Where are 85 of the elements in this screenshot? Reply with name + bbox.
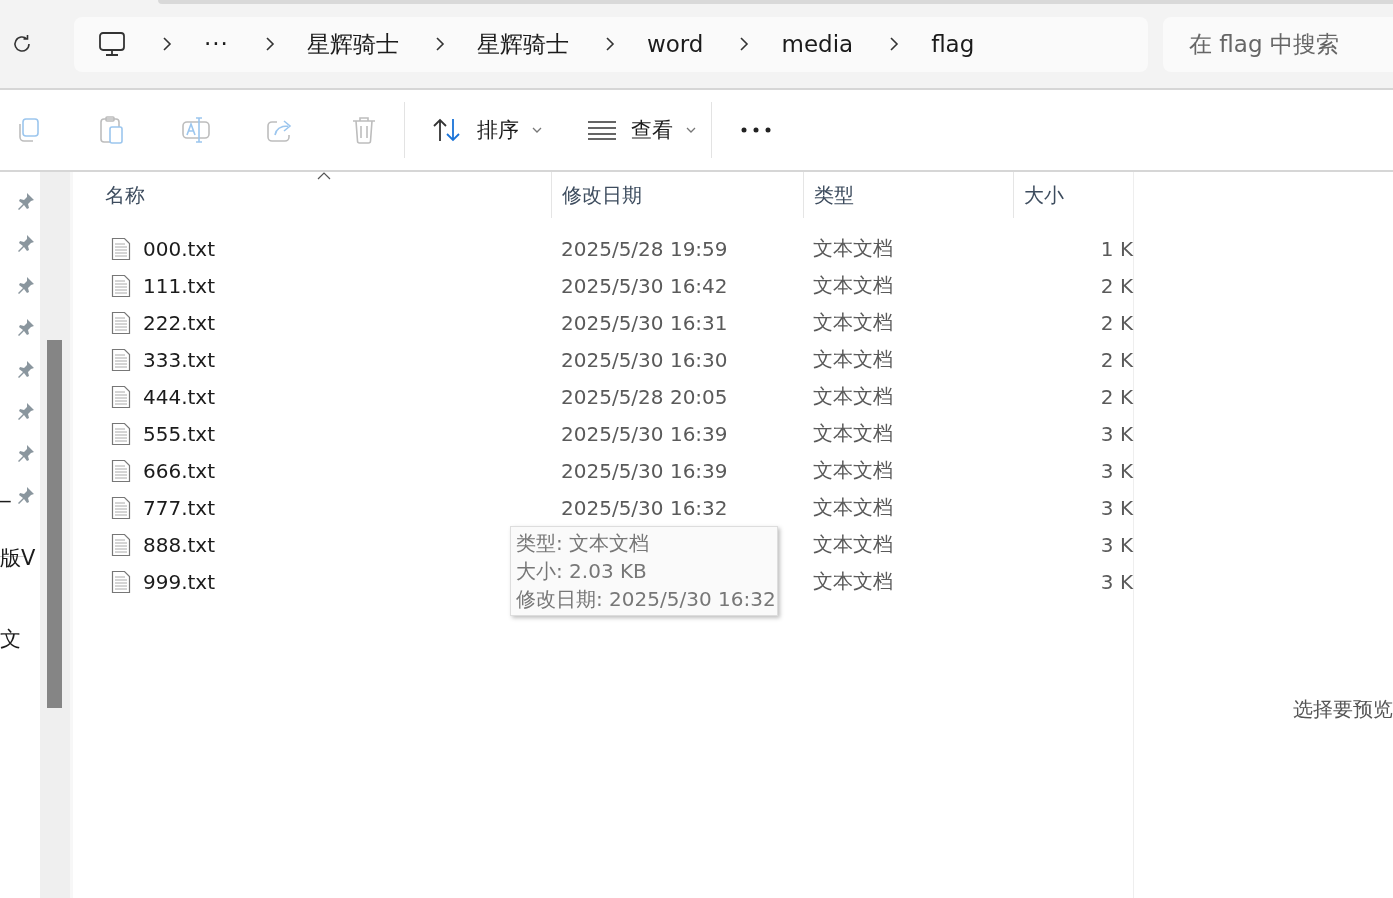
column-header[interactable]: 类型 bbox=[803, 172, 1013, 218]
chevron-icon bbox=[264, 36, 275, 52]
modified-date: 2025/5/30 16:39 bbox=[561, 421, 728, 446]
computer-icon[interactable] bbox=[98, 31, 126, 57]
breadcrumb[interactable]: 星辉骑士 bbox=[476, 28, 569, 60]
text-file-icon bbox=[111, 273, 131, 298]
text-file-icon bbox=[111, 458, 131, 483]
file-type: 文本文档 bbox=[813, 532, 893, 556]
file-size: 3 K bbox=[1100, 421, 1133, 446]
file-name[interactable]: 999.txt bbox=[143, 569, 216, 594]
text-file-icon bbox=[111, 532, 131, 557]
file-size: 2 K bbox=[1100, 273, 1133, 298]
file-type: 文本文档 bbox=[813, 569, 893, 593]
text-file-icon bbox=[111, 347, 131, 372]
rename-icon bbox=[181, 116, 211, 144]
file-size: 1 K bbox=[1100, 236, 1133, 261]
tooltip-text: 修改日期: 2025/5/30 16:32 bbox=[516, 586, 772, 613]
sort-icon bbox=[431, 117, 463, 143]
paste-icon bbox=[98, 115, 126, 145]
modified-date: 2025/5/28 19:59 bbox=[561, 236, 728, 261]
column-header[interactable]: 名称 bbox=[73, 172, 551, 218]
file-type: 文本文档 bbox=[813, 421, 893, 445]
address-bar[interactable]: ··· 星辉骑士 星辉骑士 word media flag bbox=[74, 16, 1148, 72]
file-name[interactable]: 333.txt bbox=[143, 347, 216, 372]
modified-date: 2025/5/28 20:05 bbox=[561, 384, 728, 409]
breadcrumb[interactable]: flag bbox=[931, 31, 975, 57]
file-size: 2 K bbox=[1100, 347, 1133, 372]
modified-date: 2025/5/30 16:39 bbox=[561, 458, 728, 483]
caret-icon bbox=[685, 126, 697, 134]
file-name[interactable]: 111.txt bbox=[143, 273, 216, 298]
sidebar-item[interactable]: 版V bbox=[0, 544, 36, 572]
breadcrumb[interactable]: media bbox=[781, 31, 854, 57]
breadcrumb[interactable]: word bbox=[646, 31, 704, 57]
file-size: 3 K bbox=[1100, 569, 1133, 594]
file-size: 3 K bbox=[1100, 458, 1133, 483]
file-type: 文本文档 bbox=[813, 310, 893, 334]
file-name[interactable]: 777.txt bbox=[143, 495, 216, 520]
trash-icon bbox=[350, 115, 378, 145]
list-view-icon bbox=[587, 120, 617, 140]
text-file-icon bbox=[111, 495, 131, 520]
chevron-icon bbox=[434, 36, 445, 52]
sidebar-item[interactable]: 文 bbox=[0, 625, 21, 653]
scrollbar-thumb[interactable] bbox=[47, 340, 62, 708]
file-type: 文本文档 bbox=[813, 347, 893, 371]
chevron-icon bbox=[889, 36, 900, 52]
chevron-icon bbox=[604, 36, 615, 52]
preview-message: 选择要预览 bbox=[1293, 696, 1393, 723]
file-name[interactable]: 222.txt bbox=[143, 310, 216, 335]
file-size: 3 K bbox=[1100, 532, 1133, 557]
tooltip-text: 大小: 2.03 KB bbox=[516, 558, 648, 585]
file-type: 文本文档 bbox=[813, 273, 893, 297]
tooltip-text: 类型: 文本文档 bbox=[516, 530, 651, 557]
modified-date: 2025/5/30 16:42 bbox=[561, 273, 728, 298]
file-size: 2 K bbox=[1100, 384, 1133, 409]
chevron-icon bbox=[739, 36, 750, 52]
text-file-icon bbox=[111, 384, 131, 409]
file-name[interactable]: 444.txt bbox=[143, 384, 216, 409]
more-icon[interactable] bbox=[740, 126, 772, 134]
breadcrumb[interactable]: 星辉骑士 bbox=[306, 28, 399, 60]
chevron-icon bbox=[162, 36, 172, 52]
text-file-icon bbox=[111, 236, 131, 261]
caret-icon bbox=[531, 126, 543, 134]
file-size: 2 K bbox=[1100, 310, 1133, 335]
file-name[interactable]: 000.txt bbox=[143, 236, 216, 261]
breadcrumb[interactable]: ··· bbox=[204, 31, 229, 57]
text-file-icon bbox=[111, 421, 131, 446]
column-header[interactable]: 大小 bbox=[1013, 172, 1133, 218]
column-header[interactable]: 修改日期 bbox=[551, 172, 803, 218]
file-type: 文本文档 bbox=[813, 495, 893, 519]
file-name[interactable]: 888.txt bbox=[143, 532, 216, 557]
text-file-icon bbox=[111, 310, 131, 335]
file-type: 文本文档 bbox=[813, 384, 893, 408]
file-size: 3 K bbox=[1100, 495, 1133, 520]
search-field[interactable]: 在 flag 中搜索 bbox=[1163, 16, 1393, 72]
toolbar-menu[interactable]: 查看 bbox=[575, 102, 709, 158]
file-type: 文本文档 bbox=[813, 236, 893, 260]
modified-date: 2025/5/30 16:30 bbox=[561, 347, 728, 372]
modified-date: 2025/5/30 16:31 bbox=[561, 310, 728, 335]
file-type: 文本文档 bbox=[813, 458, 893, 482]
text-file-icon bbox=[111, 569, 131, 594]
modified-date: 2025/5/30 16:32 bbox=[561, 495, 728, 520]
toolbar-menu[interactable]: 排序 bbox=[419, 102, 555, 158]
sidebar-item[interactable]: _ bbox=[0, 478, 11, 502]
file-name[interactable]: 555.txt bbox=[143, 421, 216, 446]
file-name[interactable]: 666.txt bbox=[143, 458, 216, 483]
